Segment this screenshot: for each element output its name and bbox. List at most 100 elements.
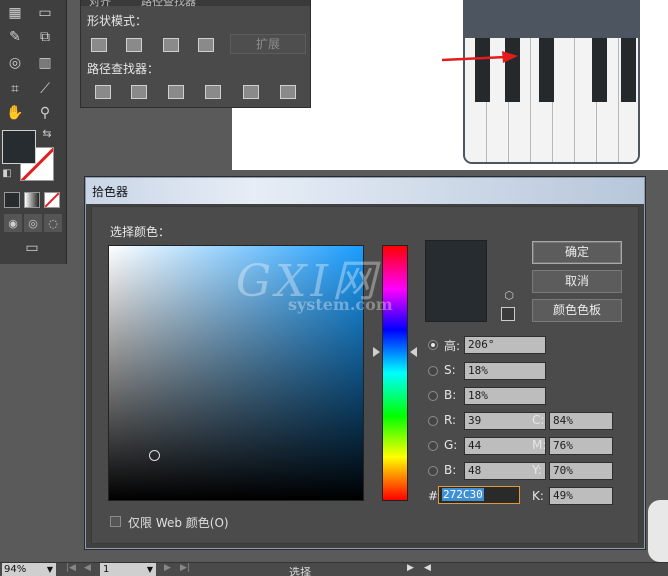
brightness-radio[interactable] (428, 391, 438, 401)
page-value: 1 (103, 564, 110, 575)
piano-black-key (539, 38, 554, 102)
page-dropdown-icon[interactable]: ▼ (147, 563, 153, 576)
hue-slider-arrow-right-icon[interactable] (410, 347, 417, 357)
cube-icon[interactable]: ⬡ (502, 289, 516, 303)
draw-normal-icon[interactable]: ◉ (4, 214, 22, 232)
hand-tool-icon[interactable]: ✋ (4, 102, 26, 124)
magenta-label: M: (532, 438, 547, 452)
zoom-field[interactable]: 94% ▼ (2, 563, 56, 576)
pathfinder-panel: 对齐 路径查找器 形状模式： 扩展 路径查找器： (80, 0, 311, 108)
cancel-button[interactable]: 取消 (532, 270, 622, 293)
brightness-field[interactable]: 18% (464, 387, 546, 405)
next-page-icon[interactable]: ▶ (164, 563, 171, 573)
tab-align[interactable]: 对齐 (89, 0, 111, 9)
red-radio[interactable] (428, 416, 438, 426)
watermark: GXI网 system.com (236, 245, 393, 314)
piano-black-key (505, 38, 520, 102)
slice-tool-icon[interactable]: ⟋ (34, 78, 56, 100)
red-label: R: (444, 413, 457, 427)
last-page-icon[interactable]: ▶| (180, 563, 190, 573)
watermark-sub: system.com (288, 295, 393, 314)
blue-radio[interactable] (428, 466, 438, 476)
prev-page-icon[interactable]: ◀ (84, 563, 91, 573)
scroll-left-icon[interactable]: ◀ (424, 563, 431, 573)
zoom-tool-icon[interactable]: ⚲ (34, 102, 56, 124)
none-mode-icon[interactable] (44, 192, 60, 208)
color-field-cursor[interactable] (149, 450, 160, 461)
tab-pathfinder[interactable]: 路径查找器 (141, 0, 196, 9)
blend-tool-icon[interactable]: ⧉ (34, 26, 56, 48)
shape-modes-label: 形状模式： (87, 14, 148, 28)
exclude-button[interactable] (198, 38, 214, 52)
fill-color-swatch[interactable] (2, 130, 36, 164)
hue-slider[interactable] (382, 245, 408, 501)
hue-slider-arrow-left-icon[interactable] (373, 347, 380, 357)
trim-button[interactable] (131, 85, 147, 99)
eyedropper-tool-icon[interactable]: ✎ (4, 26, 26, 48)
symbol-sprayer-icon[interactable]: ◎ (4, 52, 26, 74)
black-field[interactable]: 49% (549, 487, 613, 505)
zoom-dropdown-icon[interactable]: ▼ (47, 563, 53, 576)
hue-label: 高: (444, 339, 461, 353)
minus-front-button[interactable] (126, 38, 142, 52)
default-colors-icon[interactable]: ◧ (0, 166, 14, 180)
tools-panel: ▦ ▭ ✎ ⧉ ◎ ▥ ⌗ ⟋ ✋ ⚲ ⇆ ◧ ◉ ◎ ◌ ▭ (0, 0, 67, 264)
saturation-field[interactable]: 18% (464, 362, 546, 380)
status-menu-icon[interactable]: ▶ (407, 563, 414, 573)
intersect-button[interactable] (163, 38, 179, 52)
web-only-label: 仅限 Web 颜色(O) (128, 516, 229, 530)
piano-illustration[interactable] (463, 0, 640, 164)
color-mode-icon[interactable] (4, 192, 20, 208)
outline-button[interactable] (243, 85, 259, 99)
piano-black-key (621, 38, 636, 102)
green-radio[interactable] (428, 441, 438, 451)
magenta-field[interactable]: 76% (549, 437, 613, 455)
draw-inside-icon[interactable]: ◌ (44, 214, 62, 232)
zoom-value: 94% (4, 564, 27, 575)
hue-radio[interactable] (428, 340, 438, 350)
page-field[interactable]: 1 ▼ (100, 563, 156, 576)
color-swatches-button[interactable]: 颜色色板 (532, 299, 622, 322)
saturation-label: S: (444, 363, 456, 377)
cyan-label: C: (532, 413, 545, 427)
yellow-label: Y: (532, 463, 542, 477)
piano-black-key (592, 38, 607, 102)
select-color-label: 选择颜色： (110, 225, 171, 239)
status-mode-label: 选择 (289, 566, 311, 576)
blue-label: B: (444, 463, 457, 477)
gradient-tool-icon[interactable]: ▭ (34, 2, 56, 24)
canvas-shape-edge (648, 500, 668, 562)
yellow-field[interactable]: 70% (549, 462, 613, 480)
pathfinder-tabs: 对齐 路径查找器 (81, 0, 310, 9)
draw-behind-icon[interactable]: ◎ (24, 214, 42, 232)
expand-button[interactable]: 扩展 (230, 34, 306, 54)
mesh-tool-icon[interactable]: ▦ (4, 2, 26, 24)
hex-value: 272C30 (442, 488, 484, 501)
merge-button[interactable] (168, 85, 184, 99)
piano-top-panel (465, 0, 638, 38)
piano-black-key (475, 38, 490, 102)
unite-button[interactable] (91, 38, 107, 52)
ok-button[interactable]: 确定 (532, 241, 622, 264)
minus-back-button[interactable] (280, 85, 296, 99)
hex-field[interactable]: 272C30 (438, 486, 520, 504)
first-page-icon[interactable]: |◀ (66, 563, 76, 573)
hex-label: # (428, 489, 439, 503)
web-only-checkbox[interactable] (110, 516, 121, 527)
brightness-label: B: (444, 388, 457, 402)
swap-colors-icon[interactable]: ⇆ (40, 126, 54, 140)
divide-button[interactable] (95, 85, 111, 99)
status-bar: 94% ▼ |◀ ◀ 1 ▼ ▶ ▶| 选择 ▶ ◀ (0, 562, 668, 576)
screen-mode-icon[interactable]: ▭ (20, 238, 44, 258)
artboard-tool-icon[interactable]: ⌗ (4, 78, 26, 100)
crop-button[interactable] (205, 85, 221, 99)
green-label: G: (444, 438, 458, 452)
graph-tool-icon[interactable]: ▥ (34, 52, 56, 74)
cyan-field[interactable]: 84% (549, 412, 613, 430)
dialog-titlebar[interactable]: 拾色器 (86, 178, 644, 204)
red-arrow-icon (441, 51, 518, 63)
gradient-mode-icon[interactable] (24, 192, 40, 208)
saturation-radio[interactable] (428, 366, 438, 376)
hue-field[interactable]: 206° (464, 336, 546, 354)
web-safe-color-swatch[interactable] (501, 307, 515, 321)
